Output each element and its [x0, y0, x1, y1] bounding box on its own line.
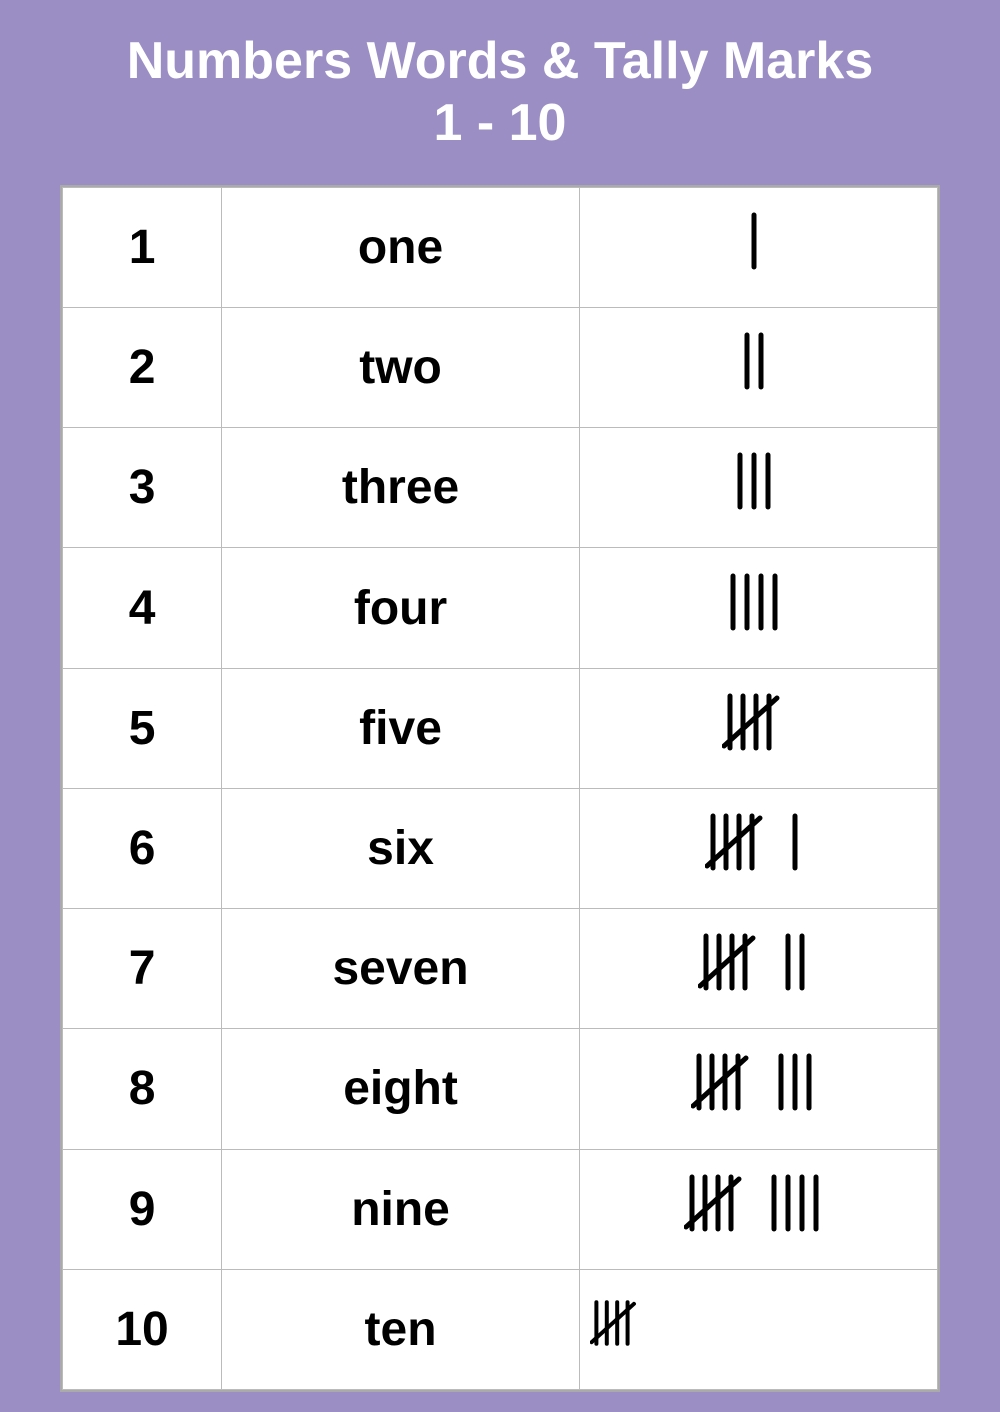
number-cell-2: 2 [63, 308, 222, 428]
word-cell-8: eight [222, 1029, 580, 1149]
word-cell-9: nine [222, 1149, 580, 1269]
table-row: 9nine [63, 1149, 938, 1269]
table-row: 10ten [63, 1269, 938, 1389]
number-cell-9: 9 [63, 1149, 222, 1269]
table-row: 1one [63, 187, 938, 307]
number-cell-3: 3 [63, 428, 222, 548]
word-cell-1: one [222, 187, 580, 307]
word-cell-2: two [222, 308, 580, 428]
tally-cell-2 [579, 308, 937, 428]
tally-cell-9 [579, 1149, 937, 1269]
tally-cell-3 [579, 428, 937, 548]
number-cell-7: 7 [63, 909, 222, 1029]
word-cell-10: ten [222, 1269, 580, 1389]
word-cell-7: seven [222, 909, 580, 1029]
numbers-table: 1one2two3three4four5five6six7seven8eight… [62, 187, 938, 1390]
table-row: 7seven [63, 909, 938, 1029]
page-header: Numbers Words & Tally Marks 1 - 10 [0, 0, 1000, 175]
word-cell-6: six [222, 788, 580, 908]
main-table-container: 1one2two3three4four5five6six7seven8eight… [60, 185, 940, 1392]
table-row: 3three [63, 428, 938, 548]
tally-cell-10 [579, 1269, 937, 1389]
table-row: 2two [63, 308, 938, 428]
number-cell-6: 6 [63, 788, 222, 908]
word-cell-3: three [222, 428, 580, 548]
number-cell-10: 10 [63, 1269, 222, 1389]
tally-cell-5 [579, 668, 937, 788]
tally-cell-7 [579, 909, 937, 1029]
number-cell-8: 8 [63, 1029, 222, 1149]
table-row: 4four [63, 548, 938, 668]
page-title: Numbers Words & Tally Marks 1 - 10 [20, 30, 980, 155]
table-row: 8eight [63, 1029, 938, 1149]
word-cell-4: four [222, 548, 580, 668]
number-cell-1: 1 [63, 187, 222, 307]
word-cell-5: five [222, 668, 580, 788]
tally-cell-4 [579, 548, 937, 668]
table-row: 5five [63, 668, 938, 788]
tally-cell-6 [579, 788, 937, 908]
number-cell-4: 4 [63, 548, 222, 668]
table-row: 6six [63, 788, 938, 908]
number-cell-5: 5 [63, 668, 222, 788]
tally-cell-1 [579, 187, 937, 307]
tally-cell-8 [579, 1029, 937, 1149]
